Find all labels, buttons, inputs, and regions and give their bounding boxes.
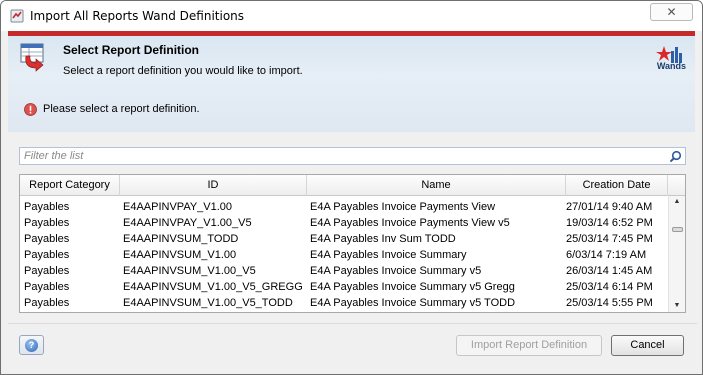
table-row[interactable]: Payables E4AAPINVPAY_V1.00 E4A Payables … — [20, 199, 668, 215]
cell-name: E4A Payables Invoice Summary v5 — [310, 265, 482, 277]
cell-name: E4A Payables Invoice Summary — [310, 249, 467, 261]
cell-category: Payables — [24, 233, 70, 245]
column-header-name[interactable]: Name — [307, 175, 566, 196]
cell-category: Payables — [24, 201, 70, 213]
import-report-definition-button[interactable]: Import Report Definition — [456, 335, 602, 356]
title-bar: Import All Reports Wand Definitions ✕ — [1, 1, 702, 31]
report-table: Report Category ID Name Creation Date Pa… — [19, 174, 686, 313]
cell-date: 27/01/14 9:40 AM — [566, 201, 653, 213]
table-header: Report Category ID Name Creation Date — [20, 175, 685, 196]
cell-date: 25/03/14 6:14 PM — [566, 281, 653, 293]
header-banner: Select Report Definition Select a report… — [8, 31, 695, 132]
header-description: Select a report definition you would lik… — [63, 65, 303, 77]
error-message: Please select a report definition. — [43, 103, 200, 115]
table-scrollbar[interactable]: ▲ ▼ — [668, 196, 685, 312]
dialog-window: Import All Reports Wand Definitions ✕ Se… — [0, 0, 703, 375]
cell-date: 19/03/14 6:52 PM — [566, 217, 653, 229]
cell-id: E4AAPINVSUM_V1.00_V5_TODD — [123, 297, 293, 309]
cell-id: E4AAPINVPAY_V1.00 — [123, 201, 233, 213]
cell-name: E4A Payables Invoice Summary v5 Gregg — [310, 281, 515, 293]
cell-category: Payables — [24, 281, 70, 293]
cell-date: 25/03/14 5:55 PM — [566, 297, 653, 309]
cell-id: E4AAPINVSUM_V1.00_V5 — [123, 265, 256, 277]
close-button[interactable]: ✕ — [650, 3, 693, 21]
cell-category: Payables — [24, 265, 70, 277]
table-row[interactable]: Payables E4AAPINVSUM_TODD E4A Payables I… — [20, 231, 668, 247]
scroll-up-arrow-icon[interactable]: ▲ — [669, 196, 685, 208]
cell-id: E4AAPINVPAY_V1.00_V5 — [123, 217, 252, 229]
cell-date: 26/03/14 1:45 AM — [566, 265, 653, 277]
cell-category: Payables — [24, 249, 70, 261]
report-import-icon — [20, 43, 44, 72]
filter-field[interactable] — [19, 147, 686, 165]
cell-id: E4AAPINVSUM_V1.00_V5_GREGG — [123, 281, 303, 293]
cell-name: E4A Payables Inv Sum TODD — [310, 233, 456, 245]
scroll-down-arrow-icon[interactable]: ▼ — [669, 300, 685, 312]
column-header-creation-date[interactable]: Creation Date — [566, 175, 668, 196]
cancel-button[interactable]: Cancel — [611, 335, 684, 356]
column-header-id[interactable]: ID — [120, 175, 307, 196]
close-icon: ✕ — [666, 5, 677, 19]
table-row[interactable]: Payables E4AAPINVSUM_V1.00_V5 E4A Payabl… — [20, 263, 668, 279]
cell-id: E4AAPINVSUM_V1.00 — [123, 249, 237, 261]
filter-input[interactable] — [20, 148, 660, 164]
column-header-category[interactable]: Report Category — [20, 175, 120, 196]
table-row[interactable]: Payables E4AAPINVSUM_V1.00_V5_GREGG E4A … — [20, 279, 668, 295]
cell-category: Payables — [24, 217, 70, 229]
window-title: Import All Reports Wand Definitions — [30, 9, 245, 23]
footer-divider — [8, 323, 697, 324]
cell-date: 25/03/14 7:45 PM — [566, 233, 653, 245]
cell-date: 6/03/14 7:19 AM — [566, 249, 647, 261]
table-row[interactable]: Payables E4AAPINVSUM_V1.00_V5_TODD E4A P… — [20, 295, 668, 311]
table-row[interactable]: Payables E4AAPINVSUM_V1.00 E4A Payables … — [20, 247, 668, 263]
help-icon: ? — [25, 339, 38, 352]
app-icon — [10, 9, 24, 23]
search-icon[interactable] — [669, 150, 682, 163]
help-button[interactable]: ? — [19, 335, 44, 355]
header-title: Select Report Definition — [63, 43, 200, 57]
table-row[interactable]: Payables E4AAPINVPAY_V1.00_V5 E4A Payabl… — [20, 215, 668, 231]
wands-logo-text: Wands — [656, 61, 686, 71]
cell-category: Payables — [24, 297, 70, 309]
error-icon — [24, 103, 37, 116]
scroll-thumb[interactable] — [672, 227, 683, 232]
cell-name: E4A Payables Invoice Payments View v5 — [310, 217, 510, 229]
cell-id: E4AAPINVSUM_TODD — [123, 233, 239, 245]
cell-name: E4A Payables Invoice Summary v5 TODD — [310, 297, 516, 309]
cell-name: E4A Payables Invoice Payments View — [310, 201, 496, 213]
